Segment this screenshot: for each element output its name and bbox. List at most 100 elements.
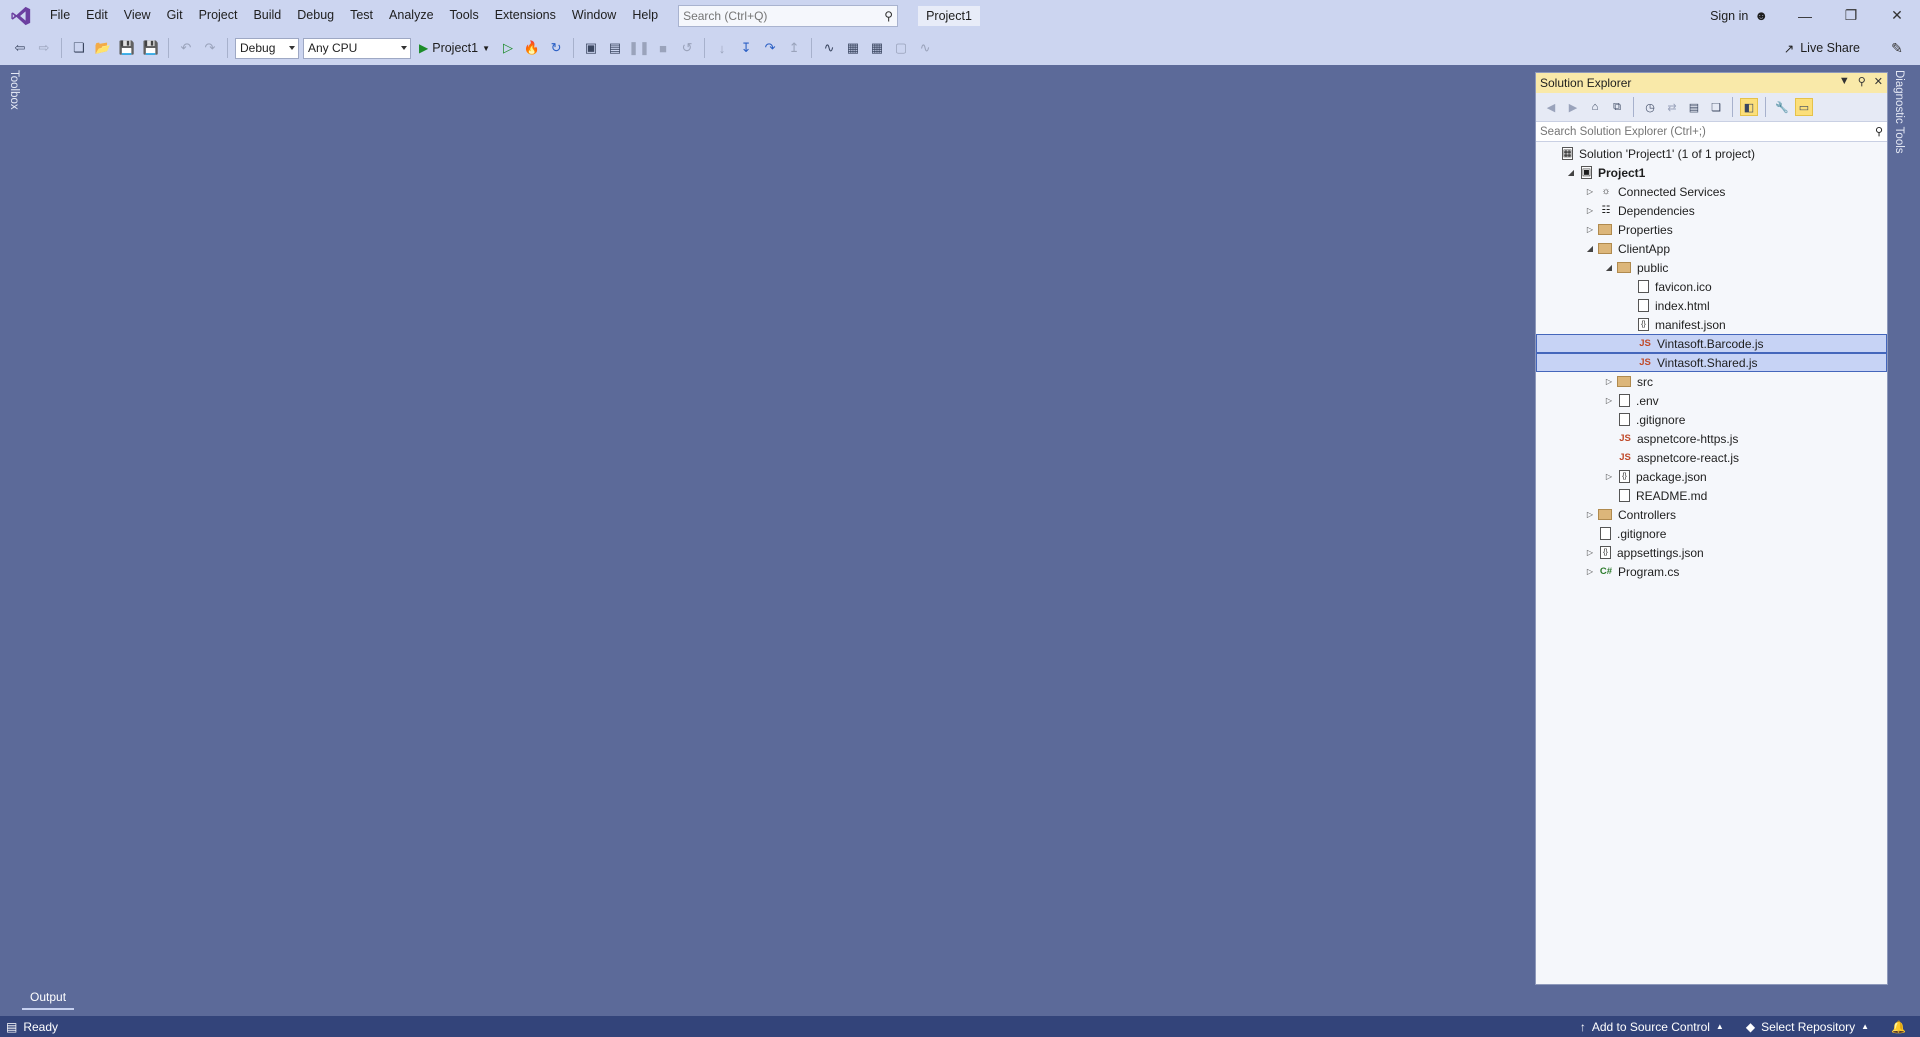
tree-item[interactable]: JS aspnetcore-https.js <box>1536 429 1887 448</box>
tree-item[interactable]: .gitignore <box>1536 410 1887 429</box>
menu-item-extensions[interactable]: Extensions <box>487 0 564 31</box>
profiler-icon[interactable]: ▦ <box>843 38 863 58</box>
feedback-icon[interactable]: ✎ <box>1882 31 1912 65</box>
comment-icon[interactable]: ▢ <box>891 38 911 58</box>
forward-icon[interactable]: ▶ <box>1564 98 1582 116</box>
sign-in-button[interactable]: Sign in ☻ <box>1710 0 1768 31</box>
preview-icon[interactable]: ▭ <box>1795 98 1813 116</box>
solution-search-input[interactable] <box>1540 125 1875 138</box>
tree-item[interactable]: ▷ .env <box>1536 391 1887 410</box>
expanded-arrow-icon[interactable]: ◢ <box>1601 260 1617 276</box>
tree-item[interactable]: ▷ Properties <box>1536 220 1887 239</box>
menu-item-test[interactable]: Test <box>342 0 381 31</box>
preview-selected-items-icon[interactable]: ◧ <box>1740 98 1758 116</box>
tree-item[interactable]: ▷ ☷ Dependencies <box>1536 201 1887 220</box>
hot-reload-icon[interactable]: 🔥 <box>522 38 542 58</box>
step-out-icon[interactable]: ↷ <box>760 38 780 58</box>
solution-configuration-select[interactable]: Debug <box>235 37 299 59</box>
redo-icon[interactable]: ↷ <box>200 38 220 58</box>
window-position-dropdown-icon[interactable]: ▼ <box>1839 75 1850 88</box>
layout-icon[interactable]: ▤ <box>605 38 625 58</box>
collapsed-arrow-icon[interactable]: ▷ <box>1582 222 1598 238</box>
collapsed-arrow-icon[interactable]: ▷ <box>1582 564 1598 580</box>
save-icon[interactable]: 💾 <box>117 38 137 58</box>
tree-item[interactable]: README.md <box>1536 486 1887 505</box>
visual-studio-logo-icon[interactable] <box>0 0 42 31</box>
search-icon[interactable]: ⚲ <box>1875 125 1883 138</box>
solution-explorer-search[interactable]: ⚲ <box>1536 121 1887 142</box>
start-without-debugging-icon[interactable]: ▷ <box>498 38 518 58</box>
properties-wrench-icon[interactable]: 🔧 <box>1773 98 1791 116</box>
restart-icon[interactable]: ↺ <box>677 38 697 58</box>
search-box[interactable]: ⚲ <box>678 4 899 27</box>
start-debugging-button[interactable]: ▶ Project1 ▼ <box>415 41 494 55</box>
menu-item-help[interactable]: Help <box>624 0 666 31</box>
menu-item-edit[interactable]: Edit <box>78 0 116 31</box>
tree-item[interactable]: ▷ ☼ Connected Services <box>1536 182 1887 201</box>
restore-button[interactable]: ❐ <box>1828 0 1874 31</box>
collapse-all-icon[interactable]: ▤ <box>1685 98 1703 116</box>
menu-item-tools[interactable]: Tools <box>442 0 487 31</box>
collapsed-arrow-icon[interactable]: ▷ <box>1601 374 1617 390</box>
collapsed-arrow-icon[interactable]: ▷ <box>1582 507 1598 523</box>
show-next-statement-icon[interactable]: ↥ <box>784 38 804 58</box>
collapsed-arrow-icon[interactable]: ▷ <box>1582 545 1598 561</box>
collapsed-arrow-icon[interactable]: ▷ <box>1582 184 1598 200</box>
switch-views-icon[interactable]: ⧉ <box>1608 98 1626 116</box>
performance-icon[interactable]: ▦ <box>867 38 887 58</box>
sync-icon[interactable]: ⇄ <box>1663 98 1681 116</box>
navigate-forward-icon[interactable]: ⇨ <box>34 38 54 58</box>
menu-item-view[interactable]: View <box>116 0 159 31</box>
tree-item[interactable]: index.html <box>1536 296 1887 315</box>
show-all-files-icon[interactable]: ❏ <box>1707 98 1725 116</box>
home-icon[interactable]: ⌂ <box>1586 98 1604 116</box>
tree-item[interactable]: ▷ Controllers <box>1536 505 1887 524</box>
pause-icon[interactable]: ❚❚ <box>628 38 650 58</box>
pin-icon[interactable]: ⚲ <box>1858 75 1866 88</box>
menu-item-file[interactable]: File <box>42 0 78 31</box>
browser-link-icon[interactable]: ▣ <box>581 38 601 58</box>
tree-item[interactable]: ▷ src <box>1536 372 1887 391</box>
collapsed-arrow-icon[interactable]: ▷ <box>1601 393 1617 409</box>
step-into-icon[interactable]: ↓ <box>712 38 732 58</box>
tree-item[interactable]: {} manifest.json <box>1536 315 1887 334</box>
menu-item-debug[interactable]: Debug <box>289 0 342 31</box>
stop-icon[interactable]: ■ <box>653 38 673 58</box>
solution-platform-select[interactable]: Any CPU <box>303 37 411 59</box>
tree-item[interactable]: ◢ ClientApp <box>1536 239 1887 258</box>
output-tab[interactable]: Output <box>22 990 75 1010</box>
tree-item[interactable]: ▦ Solution 'Project1' (1 of 1 project) <box>1536 144 1887 163</box>
collapsed-arrow-icon[interactable]: ▷ <box>1582 203 1598 219</box>
undo-icon[interactable]: ↶ <box>176 38 196 58</box>
notifications-bell-icon[interactable]: 🔔 <box>1891 1020 1906 1034</box>
tree-item[interactable]: JS Vintasoft.Barcode.js <box>1536 334 1887 353</box>
add-to-source-control-button[interactable]: ↑ Add to Source Control ▲ <box>1580 1020 1724 1034</box>
menu-item-project[interactable]: Project <box>191 0 246 31</box>
toolbox-tab[interactable]: Toolbox <box>8 70 20 110</box>
expanded-arrow-icon[interactable]: ◢ <box>1582 241 1598 257</box>
extensions-toolbar-icon[interactable]: ∿ <box>915 38 935 58</box>
tree-item[interactable]: ▷ C# Program.cs <box>1536 562 1887 581</box>
diagnostic-tools-tab[interactable]: Diagnostic Tools <box>1893 70 1905 154</box>
menu-item-window[interactable]: Window <box>564 0 624 31</box>
navigate-back-icon[interactable]: ⇦ <box>10 38 30 58</box>
tree-item[interactable]: JS Vintasoft.Shared.js <box>1536 353 1887 372</box>
expanded-arrow-icon[interactable]: ◢ <box>1563 165 1579 181</box>
search-input[interactable] <box>683 8 885 23</box>
tree-item[interactable]: favicon.ico <box>1536 277 1887 296</box>
tree-item[interactable]: .gitignore <box>1536 524 1887 543</box>
menu-item-build[interactable]: Build <box>245 0 289 31</box>
open-file-icon[interactable]: 📂 <box>93 38 113 58</box>
tree-item[interactable]: JS aspnetcore-react.js <box>1536 448 1887 467</box>
minimize-button[interactable]: — <box>1782 0 1828 31</box>
new-project-icon[interactable]: ❏ <box>69 38 89 58</box>
tree-item[interactable]: ◢ ▣ Project1 <box>1536 163 1887 182</box>
menu-item-git[interactable]: Git <box>159 0 191 31</box>
tree-item[interactable]: ▷{} package.json <box>1536 467 1887 486</box>
menu-item-analyze[interactable]: Analyze <box>381 0 441 31</box>
step-over-icon[interactable]: ↧ <box>736 38 756 58</box>
back-icon[interactable]: ◀ <box>1542 98 1560 116</box>
diagnostics-icon[interactable]: ∿ <box>819 38 839 58</box>
tree-item[interactable]: ◢ public <box>1536 258 1887 277</box>
save-all-icon[interactable]: 💾 <box>141 38 161 58</box>
